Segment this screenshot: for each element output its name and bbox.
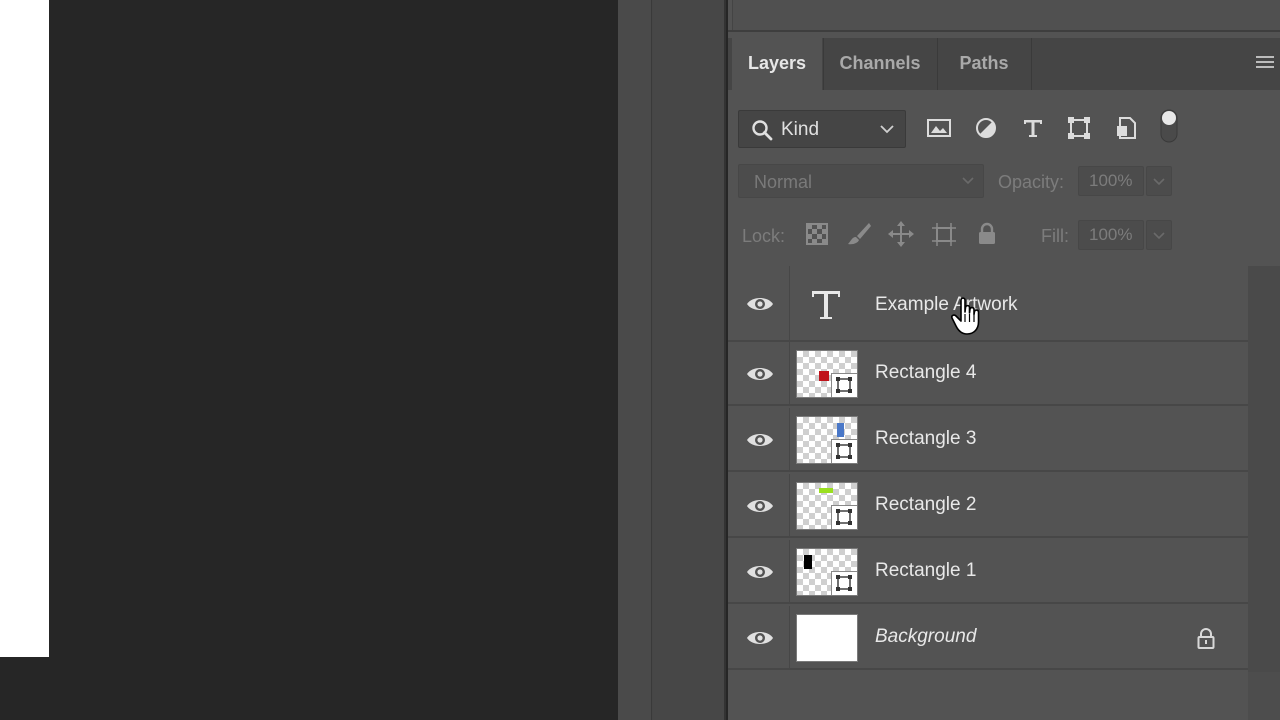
visibility-toggle[interactable] xyxy=(728,408,790,472)
layer-row-rectangle-4[interactable]: Rectangle 4 xyxy=(728,342,1248,406)
chevron-down-icon xyxy=(880,125,894,134)
tab-paths[interactable]: Paths xyxy=(938,38,1030,90)
fill-dropdown[interactable] xyxy=(1146,220,1172,250)
adjustment-filter-icon[interactable] xyxy=(972,114,1000,142)
layers-scrollbar[interactable] xyxy=(1248,266,1280,720)
layer-row-rectangle-3[interactable]: Rectangle 3 xyxy=(728,408,1248,472)
filter-toggle-icon[interactable] xyxy=(1158,108,1180,144)
layer-thumbnail[interactable] xyxy=(796,416,858,464)
shape-layer-icon xyxy=(831,373,857,397)
layer-name[interactable]: Example Artwork xyxy=(875,294,1018,316)
blend-mode-label: Normal xyxy=(754,172,813,192)
visibility-toggle[interactable] xyxy=(728,342,790,406)
chevron-down-icon xyxy=(1153,178,1165,186)
eye-icon xyxy=(747,298,773,310)
shape-filter-icon[interactable] xyxy=(1065,114,1093,142)
lock-label: Lock: xyxy=(742,226,786,246)
lock-all-icon[interactable] xyxy=(973,220,1001,248)
fill-input[interactable]: 100% xyxy=(1078,220,1144,250)
opacity-input[interactable]: 100% xyxy=(1078,166,1144,196)
shape-layer-icon xyxy=(831,505,857,529)
opacity-dropdown[interactable] xyxy=(1146,166,1172,196)
panel-top-bar xyxy=(728,0,1280,32)
filter-kind-select[interactable]: Kind xyxy=(738,110,906,148)
smart-object-filter-icon[interactable] xyxy=(1112,114,1140,142)
text-layer-icon xyxy=(812,291,840,319)
layer-row-rectangle-2[interactable]: Rectangle 2 xyxy=(728,474,1248,538)
layer-thumbnail[interactable] xyxy=(796,614,858,662)
lock-icon[interactable] xyxy=(1194,626,1218,650)
chevron-down-icon xyxy=(962,177,974,185)
layer-row-background[interactable]: Background xyxy=(728,606,1248,670)
eye-icon xyxy=(747,632,773,644)
filter-kind-label: Kind xyxy=(781,119,820,140)
tab-channels[interactable]: Channels xyxy=(824,38,936,90)
hamburger-menu-icon[interactable] xyxy=(1254,54,1276,72)
hand-cursor-icon xyxy=(951,297,980,335)
visibility-toggle[interactable] xyxy=(728,266,790,342)
eye-icon xyxy=(747,566,773,578)
dock-column-right xyxy=(653,0,726,720)
layer-name[interactable]: Rectangle 2 xyxy=(875,494,976,516)
shape-layer-icon xyxy=(831,571,857,595)
fill-label: Fill: xyxy=(1041,226,1069,246)
panel-dock-strip xyxy=(618,0,726,720)
lock-position-icon[interactable] xyxy=(887,220,915,248)
layer-name[interactable]: Background xyxy=(875,626,976,648)
layer-name[interactable]: Rectangle 4 xyxy=(875,362,976,384)
scrollbar-thumb[interactable] xyxy=(1248,266,1280,672)
layer-row-example-artwork[interactable]: Example Artwork xyxy=(728,266,1248,342)
chevron-down-icon xyxy=(1153,232,1165,240)
layer-row-rectangle-1[interactable]: Rectangle 1 xyxy=(728,540,1248,604)
layer-name[interactable]: Rectangle 3 xyxy=(875,428,976,450)
visibility-toggle[interactable] xyxy=(728,474,790,538)
type-filter-icon[interactable] xyxy=(1019,114,1047,142)
layers-list: Example Artwork Rectangle 4 Rectangle 3 … xyxy=(728,266,1248,672)
panel-tabs: Layers Channels Paths xyxy=(728,38,1280,90)
tab-layers[interactable]: Layers xyxy=(732,38,822,90)
canvas-area[interactable] xyxy=(0,0,618,720)
eye-icon xyxy=(747,368,773,380)
opacity-label: Opacity: xyxy=(998,172,1065,192)
document-canvas[interactable] xyxy=(0,0,49,657)
layer-thumbnail[interactable] xyxy=(796,548,858,596)
lock-artboard-icon[interactable] xyxy=(930,220,958,248)
visibility-toggle[interactable] xyxy=(728,540,790,604)
eye-icon xyxy=(747,434,773,446)
dock-column-left xyxy=(618,0,652,720)
shape-layer-icon xyxy=(831,439,857,463)
search-icon xyxy=(752,120,773,141)
eye-icon xyxy=(747,500,773,512)
layer-thumbnail[interactable] xyxy=(796,350,858,398)
lock-transparent-pixels-icon[interactable] xyxy=(803,220,831,248)
lock-image-pixels-icon[interactable] xyxy=(845,220,873,248)
layer-name[interactable]: Rectangle 1 xyxy=(875,560,976,582)
layer-thumbnail[interactable] xyxy=(796,482,858,530)
layers-panel: Layers Channels Paths Kind Normal Opacit… xyxy=(728,0,1280,720)
blend-mode-select[interactable]: Normal xyxy=(738,164,984,198)
visibility-toggle[interactable] xyxy=(728,606,790,670)
image-filter-icon[interactable] xyxy=(925,114,953,142)
